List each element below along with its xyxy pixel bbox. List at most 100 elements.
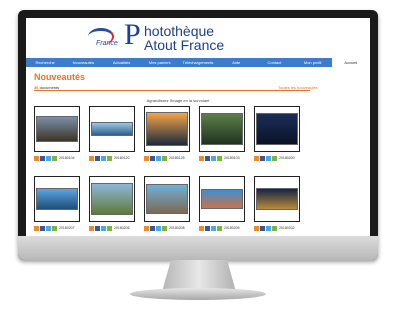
thumbnail-toolbar: 20180202 [254,225,300,231]
facebook-icon[interactable] [205,155,210,161]
thumbnail-card: 20180120 [89,106,135,161]
thumbnail-toolbar: 20180208 [144,225,190,231]
thumbnail-toolbar: 20180125 [144,155,190,161]
phototheque-logo-line1: hotothèque [144,23,215,39]
rss-icon[interactable] [199,225,204,231]
hover-hint: Agrandissez l'image en la survolant [146,98,210,103]
thumbnail-card: 20180104 [34,106,80,161]
facebook-icon[interactable] [150,225,155,231]
thumbnail-toolbar: 20180200 [254,155,300,161]
thumbnail-image[interactable] [146,112,188,146]
rss-icon[interactable] [34,155,39,161]
nav-item-8[interactable]: Accueil [331,58,370,67]
thumbnail-frame[interactable] [254,176,300,222]
thumbnail-image[interactable] [201,189,243,209]
photo-reference: 20180104 [59,156,75,160]
thumbnail-image[interactable] [36,116,78,142]
rss-icon[interactable] [89,225,94,231]
twitter-icon[interactable] [156,155,161,161]
facebook-icon[interactable] [205,225,210,231]
photo-reference: 20180208 [169,226,185,230]
photo-id-icon[interactable] [272,155,277,161]
phototheque-logo-line2: Atout France [144,37,225,53]
thumbnail-toolbar: 20180207 [34,225,80,231]
thumbnail-frame[interactable] [34,176,80,222]
twitter-icon[interactable] [266,225,271,231]
twitter-icon[interactable] [211,155,216,161]
nav-item-6[interactable]: Contact [255,60,293,65]
nav-item-0[interactable]: Recherche [26,60,64,65]
rss-icon[interactable] [254,225,259,231]
rss-icon[interactable] [199,155,204,161]
photo-id-icon[interactable] [52,155,57,161]
photo-id-icon[interactable] [52,225,57,231]
rss-icon[interactable] [34,225,39,231]
thumbnail-card: 20180206 [89,176,135,231]
nav-item-4[interactable]: Téléchargements [179,60,217,65]
thumbnail-toolbar: 20180103 [199,155,245,161]
thumbnail-card: 20180200 [254,106,300,161]
facebook-icon[interactable] [260,155,265,161]
phototheque-logo-letter: P [124,18,141,51]
screen: France P hotothèque Atout France Recherc… [26,18,370,236]
thumbnail-frame[interactable] [89,106,135,152]
photo-id-icon[interactable] [272,225,277,231]
thumbnail-frame[interactable] [89,176,135,222]
thumbnail-frame[interactable] [199,176,245,222]
thumbnail-toolbar: 20180104 [34,155,80,161]
facebook-icon[interactable] [40,155,45,161]
thumbnail-image[interactable] [256,113,298,145]
twitter-icon[interactable] [101,155,106,161]
thumbnail-image[interactable] [36,188,78,210]
thumbnail-card: 20180208 [144,176,190,231]
rss-icon[interactable] [144,225,149,231]
twitter-icon[interactable] [101,225,106,231]
photo-reference: 20180206 [114,226,130,230]
thumbnail-image[interactable] [91,122,133,136]
nav-item-3[interactable]: Mes paniers [141,60,179,65]
photo-id-icon[interactable] [162,155,167,161]
rss-icon[interactable] [254,155,259,161]
rss-icon[interactable] [89,155,94,161]
facebook-icon[interactable] [40,225,45,231]
thumbnail-frame[interactable] [144,106,190,152]
photo-id-icon[interactable] [162,225,167,231]
rss-icon[interactable] [144,155,149,161]
thumbnail-frame[interactable] [254,106,300,152]
thumbnail-frame[interactable] [34,106,80,152]
facebook-icon[interactable] [260,225,265,231]
france-logo-text: France [96,40,118,47]
photo-id-icon[interactable] [107,155,112,161]
twitter-icon[interactable] [46,225,51,231]
page-title: Nouveautés [34,72,86,82]
photo-id-icon[interactable] [107,225,112,231]
thumbnail-frame[interactable] [199,106,245,152]
twitter-icon[interactable] [211,225,216,231]
photo-reference: 20180103 [224,156,240,160]
france-logo[interactable]: France [84,26,118,52]
twitter-icon[interactable] [46,155,51,161]
thumbnail-toolbar: 20180206 [89,225,135,231]
monitor: France P hotothèque Atout France Recherc… [18,10,378,260]
twitter-icon[interactable] [156,225,161,231]
thumbnail-image[interactable] [256,188,298,210]
twitter-icon[interactable] [266,155,271,161]
nav-item-2[interactable]: Actualités [102,60,140,65]
thumbnail-frame[interactable] [144,176,190,222]
photo-reference: 20180120 [114,156,130,160]
thumbnail-image[interactable] [146,184,188,214]
facebook-icon[interactable] [95,155,100,161]
nav-item-1[interactable]: Nouveautés [64,60,102,65]
photo-reference: 20180205 [224,226,240,230]
facebook-icon[interactable] [150,155,155,161]
photo-id-icon[interactable] [217,155,222,161]
thumbnail-image[interactable] [201,113,243,145]
photo-id-icon[interactable] [217,225,222,231]
thumbnail-toolbar: 20180120 [89,155,135,161]
facebook-icon[interactable] [95,225,100,231]
monitor-chin [18,236,378,260]
nav-item-5[interactable]: Aide [217,60,255,65]
nav-item-7[interactable]: Mon profil [294,60,332,65]
thumbnail-image[interactable] [91,183,133,215]
thumbnail-card: 20180205 [199,176,245,231]
